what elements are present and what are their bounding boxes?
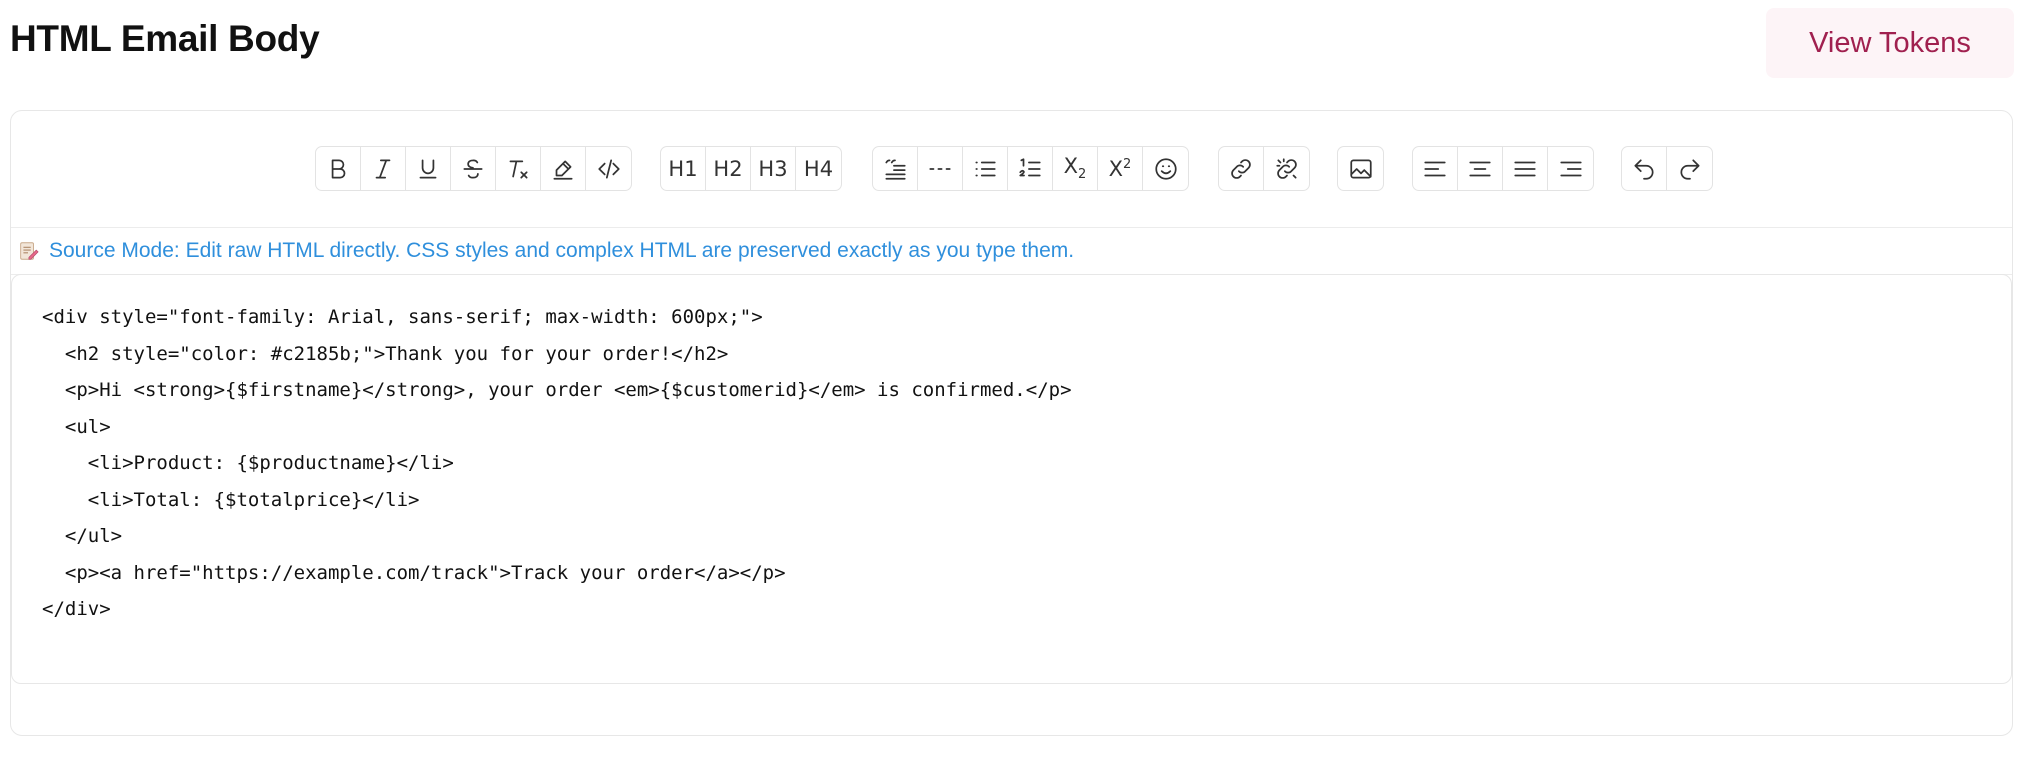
toolbar-group-alignment [1412,146,1594,191]
toolbar-group-headings: H1 H2 H3 H4 [660,146,842,191]
subscript-mark: 2 [1078,167,1087,183]
link-button[interactable] [1219,147,1264,190]
superscript-icon: X2 [1109,157,1132,181]
heading-2-label: H2 [713,156,743,181]
heading-4-label: H4 [803,156,834,181]
heading-4-button[interactable]: H4 [796,147,841,190]
bullet-list-button[interactable] [963,147,1008,190]
code-button[interactable] [586,147,631,190]
code-line: <li>Product: {$productname}</li> [42,452,454,474]
heading-3-button[interactable]: H3 [751,147,796,190]
unlink-icon [1275,157,1297,179]
html-source-textarea[interactable]: <div style="font-family: Arial, sans-ser… [11,274,2012,684]
ordered-list-icon [1019,157,1041,176]
toolbar-group-blocks: X2 X2 [872,146,1189,191]
toolbar-group-history [1621,146,1713,191]
subscript-icon: X2 [1064,154,1087,182]
redo-icon [1679,158,1700,180]
align-center-icon [1469,161,1491,176]
editor-toolbar: H1 H2 H3 H4 X2 X2 [11,111,2012,228]
italic-icon [375,158,391,179]
undo-button[interactable] [1622,147,1667,190]
code-icon [597,158,620,179]
code-line: <li>Total: {$totalprice}</li> [42,488,420,511]
horizontal-rule-icon [929,167,951,170]
code-line: </div> [42,598,111,620]
align-left-button[interactable] [1413,147,1458,190]
heading-2-button[interactable]: H2 [706,147,751,190]
blockquote-button[interactable] [873,147,918,190]
bullet-list-icon [975,161,996,176]
italic-button[interactable] [361,147,406,190]
horizontal-rule-button[interactable] [918,147,963,190]
align-justify-button[interactable] [1503,147,1548,190]
superscript-button[interactable]: X2 [1098,147,1143,190]
align-left-icon [1424,161,1446,176]
toolbar-group-media [1337,146,1384,191]
source-mode-notice-text: Source Mode: Edit raw HTML directly. CSS… [49,238,1075,262]
html-editor: H1 H2 H3 H4 X2 X2 Source Mode: Edit raw … [10,110,2013,736]
link-icon [1231,158,1251,179]
bold-icon [331,158,346,179]
highlight-icon [553,160,573,180]
subscript-base: X [1063,154,1079,179]
superscript-mark: 2 [1123,156,1132,172]
align-center-button[interactable] [1458,147,1503,190]
strikethrough-button[interactable] [451,147,496,190]
emoji-icon [1154,157,1177,180]
highlight-button[interactable] [541,147,586,190]
clear-format-icon [509,160,528,179]
code-line: <p>Hi <strong>{$firstname}</strong>, you… [42,379,1072,401]
code-line: <div style="font-family: Arial, sans-ser… [42,306,763,328]
code-line: </ul> [42,525,123,547]
code-line: <ul> [42,415,111,438]
align-justify-icon [1514,161,1536,176]
toolbar-group-formatting [315,146,632,191]
image-icon [1349,158,1372,179]
heading-1-label: H1 [668,156,698,181]
heading-3-label: H3 [758,156,788,181]
view-tokens-button[interactable]: View Tokens [1766,8,2014,78]
image-button[interactable] [1338,147,1383,190]
align-right-button[interactable] [1548,147,1593,190]
underline-button[interactable] [406,147,451,190]
ordered-list-button[interactable] [1008,147,1053,190]
blockquote-icon [885,158,906,180]
underline-icon [419,158,437,179]
toolbar-group-links [1218,146,1310,191]
superscript-base: X [1108,156,1124,181]
memo-icon [20,241,39,260]
redo-button[interactable] [1667,147,1712,190]
strikethrough-icon [463,158,483,179]
unlink-button[interactable] [1264,147,1309,190]
emoji-button[interactable] [1143,147,1188,190]
code-line: <p><a href="https://example.com/track">T… [42,561,786,584]
subscript-button[interactable]: X2 [1053,147,1098,190]
page-title: HTML Email Body [10,18,320,59]
bold-button[interactable] [316,147,361,190]
source-mode-notice: Source Mode: Edit raw HTML directly. CSS… [11,227,2012,275]
clear-format-button[interactable] [496,147,541,190]
heading-1-button[interactable]: H1 [661,147,706,190]
align-right-icon [1559,161,1582,176]
undo-icon [1634,158,1654,180]
code-line: <h2 style="color: #c2185b;">Thank you fo… [42,342,729,365]
